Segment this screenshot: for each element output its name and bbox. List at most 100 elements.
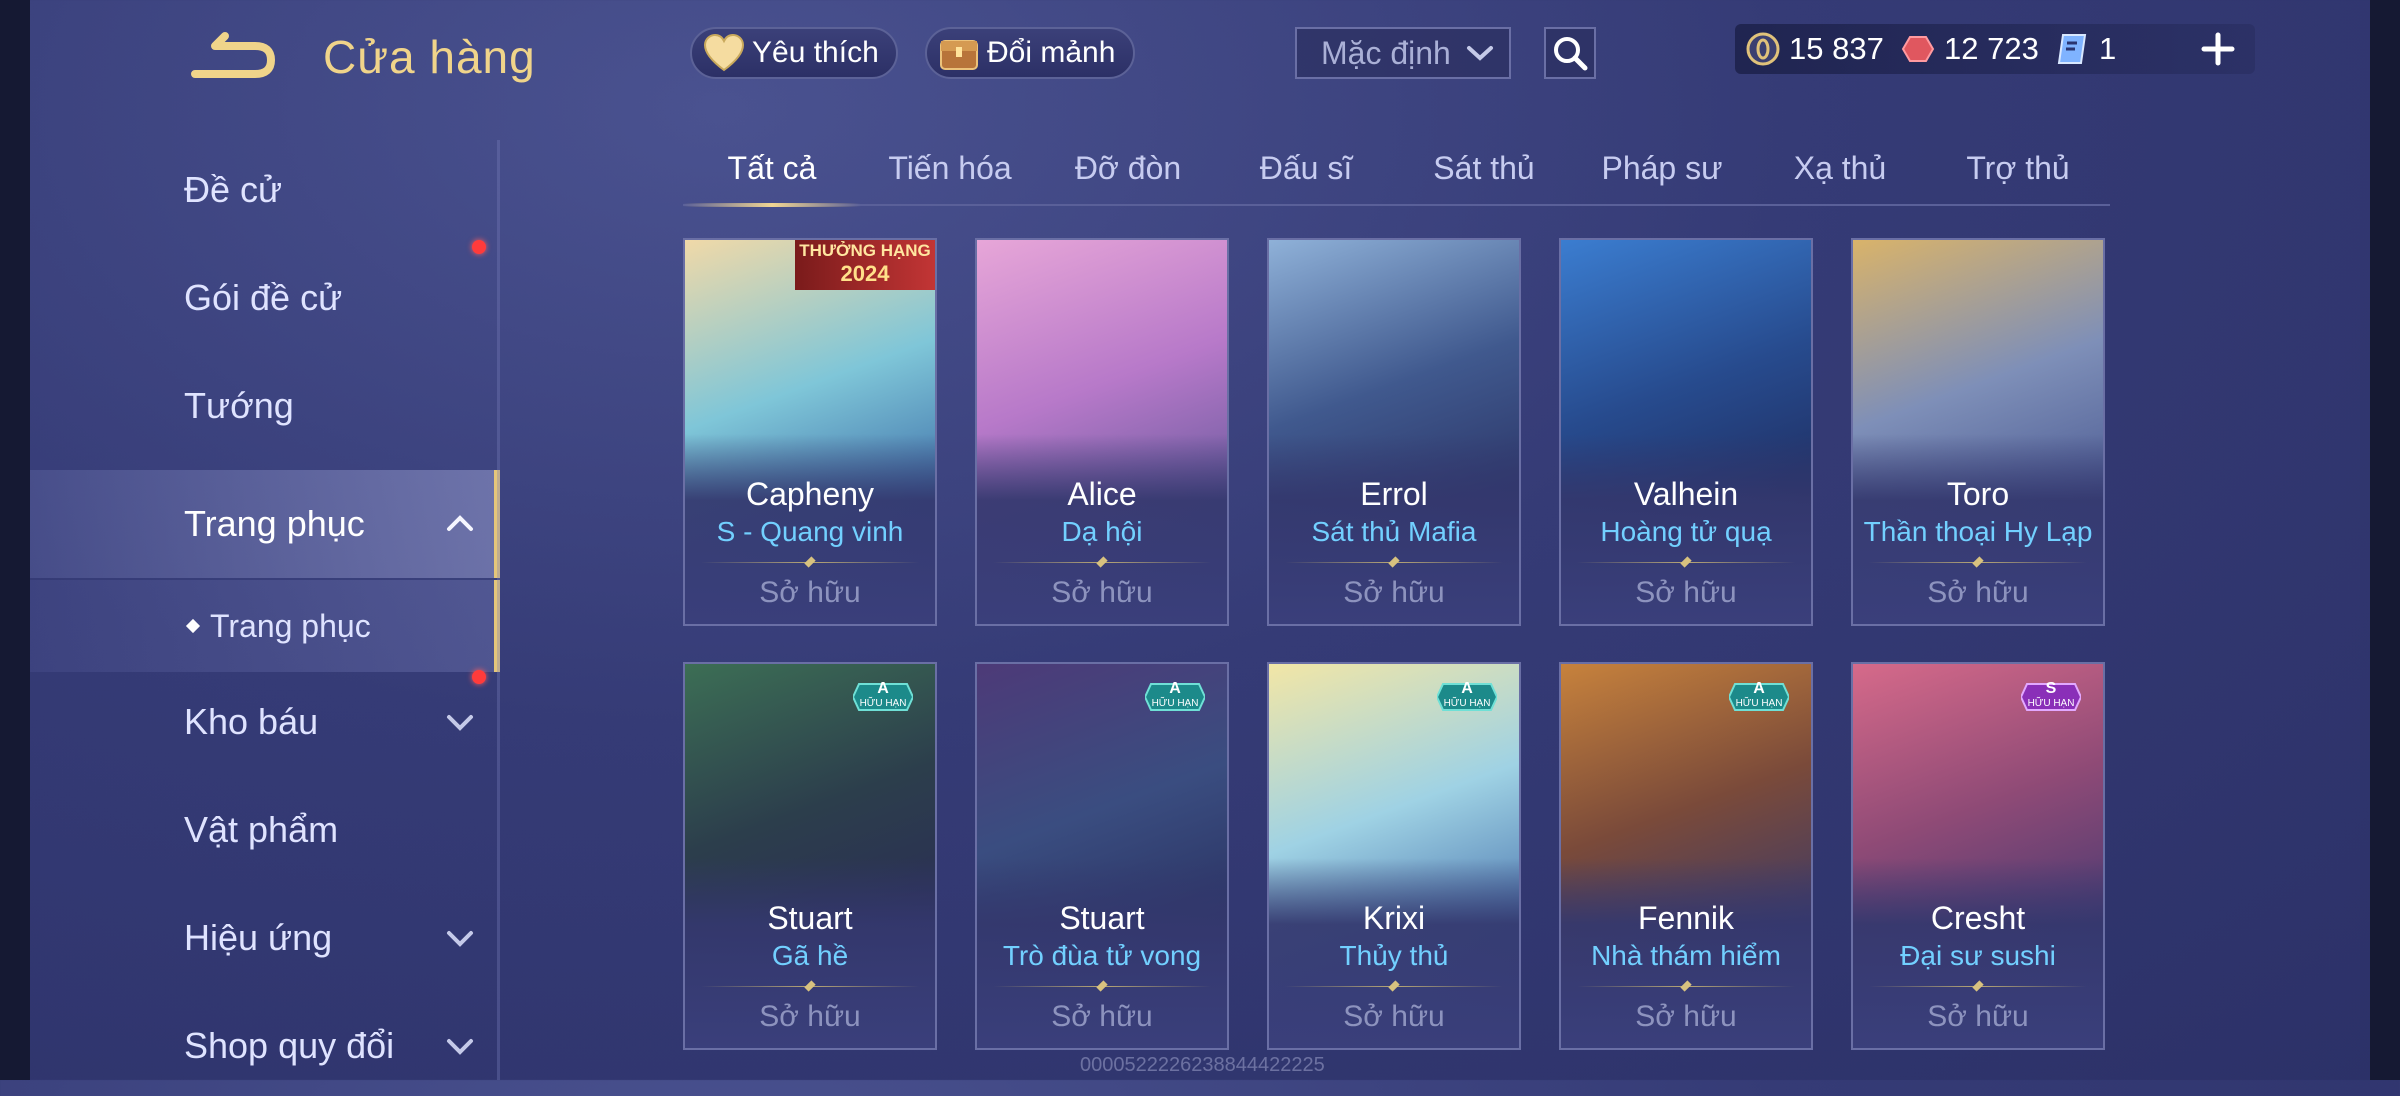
tab-fighter[interactable]: Đấu sĩ [1217,140,1395,204]
tab-mage[interactable]: Pháp sư [1573,140,1751,204]
owned-status: Sở hữu [1343,1000,1445,1033]
chevron-down-icon [447,715,473,731]
owned-status: Sở hữu [1635,1000,1737,1033]
skin-card[interactable]: Errol Sát thủ Mafia Sở hữu [1267,238,1521,626]
notification-dot [472,240,486,254]
card-divider [1869,562,2087,563]
tier-badge: A HỮU HẠN [1437,680,1497,714]
card-divider [1577,562,1795,563]
exchange-fragments-button[interactable]: Đổi mảnh [925,27,1135,79]
right-edge [2370,0,2400,1080]
sort-value: Mặc định [1321,34,1451,71]
skin-card[interactable]: A HỮU HẠN Stuart Gã hề Sở hữu [683,662,937,1050]
sidebar-item-treasure[interactable]: Kho báu [30,670,500,772]
tab-all[interactable]: Tất cả [683,140,861,207]
tier-limited: HỮU HẠN [859,698,907,709]
tab-tank[interactable]: Đỡ đòn [1039,140,1217,204]
hero-name: Cresht [1930,900,2026,936]
sidebar-item-label: Hiệu ứng [184,917,333,958]
sidebar: Đề cử Gói đề cử Tướng Trang phục Trang p… [30,140,500,1080]
owned-status: Sở hữu [1051,1000,1153,1033]
tier-letter: A [877,680,889,697]
hero-name: Stuart [767,900,853,936]
skin-name: S - Quang vinh [716,516,904,547]
sidebar-item-label: Vật phẩm [184,809,339,850]
favorites-label: Yêu thích [752,36,879,69]
skin-card[interactable]: THƯỞNG HẠNG 2024 Capheny S - Quang vinh … [683,238,937,626]
owned-status: Sở hữu [1927,1000,2029,1033]
favorites-button[interactable]: Yêu thích [690,27,898,79]
skin-card[interactable]: Alice Dạ hội Sở hữu [975,238,1229,626]
hero-name: Stuart [1059,900,1145,936]
tier-badge: A HỮU HẠN [1729,680,1789,714]
exchange-fragments-label: Đổi mảnh [987,36,1116,69]
heart-icon [702,31,746,75]
card-divider [993,986,1211,987]
sidebar-item-items[interactable]: Vật phẩm [30,780,500,880]
sort-dropdown[interactable]: Mặc định [1295,27,1511,79]
card-divider [1869,986,2087,987]
sidebar-item-label: Đề cử [184,169,283,210]
hero-name: Capheny [745,476,875,512]
watermark-id: 0000522226238844422225 [1080,1054,1325,1076]
treasure-chest-icon [937,31,981,75]
search-button[interactable] [1544,27,1596,79]
sidebar-item-heroes[interactable]: Tướng [30,356,500,456]
tab-support[interactable]: Trợ thủ [1929,140,2107,204]
skin-card[interactable]: Valhein Hoàng tử quạ Sở hữu [1559,238,1813,626]
owned-status: Sở hữu [1051,576,1153,609]
notification-dot [472,670,486,684]
sidebar-item-label: Trang phục [210,607,371,644]
plus-icon [2201,32,2235,66]
skin-card[interactable]: S HỮU HẠN Cresht Đại sư sushi Sở hữu [1851,662,2105,1050]
tab-marksman[interactable]: Xạ thủ [1751,140,1929,204]
gold-coin-icon [1746,32,1780,66]
back-button[interactable] [185,30,275,90]
tier-badge: S HỮU HẠN [2021,680,2081,714]
skin-card[interactable]: Toro Thần thoại Hy Lạp Sở hữu [1851,238,2105,626]
search-icon [1554,37,1588,71]
add-currency-button[interactable] [2193,24,2243,74]
blue-voucher-icon [2057,34,2087,64]
sidebar-item-exchange-shop[interactable]: Shop quy đổi [30,996,500,1096]
hero-name: Toro [1946,476,2010,512]
tier-limited: HỮU HẠN [1735,698,1783,709]
hero-name: Errol [1360,476,1428,512]
owned-status: Sở hữu [1927,576,2029,609]
chevron-up-icon [447,515,473,531]
sidebar-item-label: Trang phục [184,503,365,544]
owned-status: Sở hữu [759,1000,861,1033]
sidebar-divider [497,140,500,1080]
card-divider [1285,986,1503,987]
left-edge [0,0,30,1080]
card-divider [1577,986,1795,987]
card-divider [701,562,919,563]
hero-name: Valhein [1633,476,1739,512]
category-tabs: Tất cả Tiến hóa Đỡ đòn Đấu sĩ Sát thủ Ph… [683,140,2110,207]
skin-card[interactable]: A HỮU HẠN Krixi Thủy thủ Sở hữu [1267,662,1521,1050]
gold-currency: 15 837 [1745,26,1884,72]
tier-limited: HỮU HẠN [2027,698,2075,709]
skin-card[interactable]: A HỮU HẠN Stuart Trò đùa tử vong Sở hữu [975,662,1229,1050]
tier-badge: A HỮU HẠN [1145,680,1205,714]
sidebar-item-effects[interactable]: Hiệu ứng [30,888,500,988]
back-arrow-icon [191,32,275,78]
skin-name: Sát thủ Mafia [1311,516,1477,547]
skin-card[interactable]: A HỮU HẠN Fennik Nhà thám hiểm Sở hữu [1559,662,1813,1050]
skin-name: Nhà thám hiểm [1591,940,1781,971]
hero-name: Fennik [1637,900,1735,936]
gem-currency: 12 723 [1900,26,2039,72]
chevron-down-icon [447,1039,473,1055]
sidebar-item-label: Kho báu [184,701,319,742]
sidebar-item-bundles[interactable]: Gói đề cử [30,240,500,348]
sidebar-item-skins[interactable]: Trang phục [30,470,500,578]
sidebar-subitem-skins[interactable]: Trang phục [30,580,500,672]
hero-name: Alice [1067,476,1137,512]
tab-evolution[interactable]: Tiến hóa [861,140,1039,204]
tab-assassin[interactable]: Sát thủ [1395,140,1573,204]
owned-status: Sở hữu [759,576,861,609]
page-title: Cửa hàng [323,31,536,83]
sidebar-item-recommended[interactable]: Đề cử [30,140,500,240]
tier-letter: S [2045,680,2057,697]
tier-letter: A [1753,680,1765,697]
